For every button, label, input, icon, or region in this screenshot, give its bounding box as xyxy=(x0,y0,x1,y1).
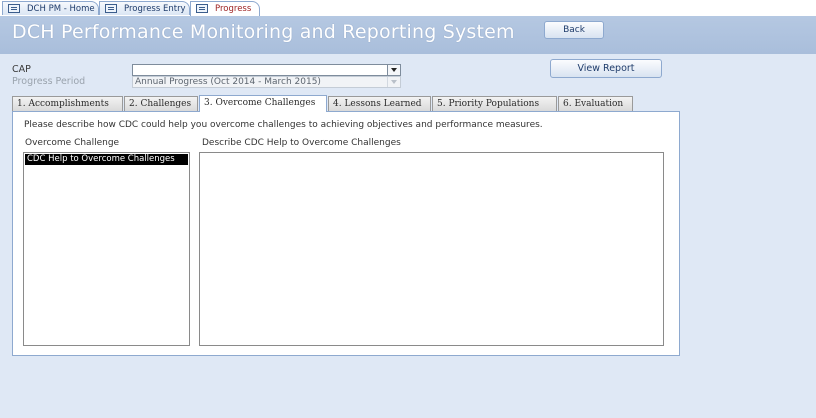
instruction-text: Please describe how CDC could help you o… xyxy=(24,120,543,130)
page-title: DCH Performance Monitoring and Reporting… xyxy=(12,21,515,43)
progress-period-label: Progress Period xyxy=(12,76,86,87)
tab-accomplishments[interactable]: 1. Accomplishments xyxy=(12,96,123,111)
doc-tab-label: Progress Entry xyxy=(124,4,186,14)
overcome-challenge-list[interactable]: CDC Help to Overcome Challenges xyxy=(23,152,190,346)
describe-help-header: Describe CDC Help to Overcome Challenges xyxy=(202,138,401,148)
cap-label: CAP xyxy=(12,64,31,75)
document-tab-strip: DCH PM - Home Progress Entry Progress xyxy=(0,0,816,17)
dropdown-arrow-icon[interactable] xyxy=(387,77,400,87)
cap-combobox[interactable] xyxy=(132,64,401,76)
describe-help-textbox[interactable] xyxy=(199,152,664,346)
doc-tab-progress[interactable]: Progress xyxy=(190,1,260,17)
form-header: DCH Performance Monitoring and Reporting… xyxy=(0,16,816,54)
doc-tab-progress-entry[interactable]: Progress Entry xyxy=(99,1,190,15)
tab-evaluation[interactable]: 6. Evaluation xyxy=(558,96,633,111)
dropdown-arrow-icon[interactable] xyxy=(387,65,400,75)
form-icon xyxy=(105,4,117,13)
progress-period-combobox[interactable]: Annual Progress (Oct 2014 - March 2015) xyxy=(132,76,401,88)
doc-tab-home[interactable]: DCH PM - Home xyxy=(2,1,99,15)
tab-priority-populations[interactable]: 5. Priority Populations xyxy=(432,96,557,111)
list-item[interactable]: CDC Help to Overcome Challenges xyxy=(25,154,188,165)
overcome-challenge-header: Overcome Challenge xyxy=(25,138,120,148)
doc-tab-label: DCH PM - Home xyxy=(27,4,95,14)
doc-tab-label: Progress xyxy=(215,4,252,14)
tab-challenges[interactable]: 2. Challenges xyxy=(124,96,198,111)
tab-overcome-challenges[interactable]: 3. Overcome Challenges xyxy=(199,95,327,112)
progress-period-value: Annual Progress (Oct 2014 - March 2015) xyxy=(135,77,321,87)
view-report-button[interactable]: View Report xyxy=(550,59,662,78)
tab-lessons-learned[interactable]: 4. Lessons Learned xyxy=(328,96,431,111)
tab-panel-overcome-challenges: Please describe how CDC could help you o… xyxy=(12,111,680,356)
back-button[interactable]: Back xyxy=(544,21,604,39)
form-icon xyxy=(8,4,20,13)
form-icon xyxy=(196,4,208,13)
